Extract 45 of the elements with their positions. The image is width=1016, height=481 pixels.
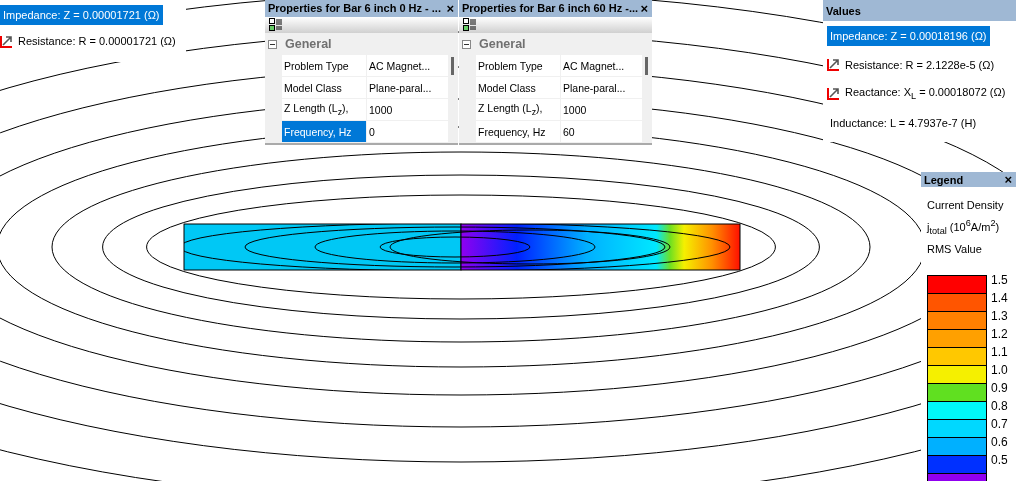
property-value[interactable]: 1000 <box>367 99 448 120</box>
property-name[interactable]: Problem Type <box>476 55 560 76</box>
legend-caption: j$_{total}$ (10$^{6}$A/m$^{2}$) <box>927 217 1001 238</box>
property-value[interactable]: 1000 <box>561 99 642 120</box>
legend-caption: Current Density <box>927 198 1005 213</box>
group-label: General <box>479 37 526 51</box>
value-row[interactable]: Resistance: R = 2.1228e-5 (Ω) <box>842 54 998 75</box>
close-button[interactable]: × <box>639 0 649 16</box>
value-row[interactable]: Reactance: X$_{L}$ = 0.00018072 (Ω) <box>842 81 1009 106</box>
tick-label: 1.4 <box>991 289 1008 307</box>
property-name[interactable]: Model Class <box>282 77 366 98</box>
tick-label: 1.2 <box>991 325 1008 343</box>
window-title: Values <box>826 4 861 17</box>
property-name[interactable]: Model Class <box>476 77 560 98</box>
tick-label: 1.3 <box>991 307 1008 325</box>
property-value[interactable]: AC Magnet... <box>561 55 642 76</box>
property-name[interactable]: Z Length (L$_{z}$), <box>282 99 366 120</box>
property-name[interactable]: Z Length (L$_{z}$), <box>476 99 560 120</box>
tick-label: 0.7 <box>991 415 1008 433</box>
tick-label: 1.0 <box>991 361 1008 379</box>
tick-label: 1.1 <box>991 343 1008 361</box>
window-title: Properties for Bar 6 inch 0 Hz - ... <box>268 2 441 15</box>
property-value[interactable]: Plane-paral... <box>367 77 448 98</box>
tick-label: 0.6 <box>991 433 1008 451</box>
property-name[interactable]: Frequency, Hz <box>476 121 560 142</box>
value-row[interactable]: Impedance: Z = 0.00018196 (Ω) <box>827 25 990 46</box>
property-value[interactable]: 60 <box>561 121 642 142</box>
close-button[interactable]: × <box>1003 172 1013 187</box>
window-title: Properties for Bar 6 inch 60 Hz -... <box>462 2 639 15</box>
property-value[interactable]: 0 <box>367 121 448 142</box>
tick-label: 0.5 <box>991 451 1008 469</box>
value-row[interactable]: Resistance: R = 0.00001721 (Ω) <box>15 31 179 51</box>
property-value[interactable]: Plane-paral... <box>561 77 642 98</box>
tick-label: 1.5 <box>991 271 1008 289</box>
close-button[interactable]: × <box>445 0 455 16</box>
value-row[interactable]: Impedance: Z = 0.00001721 (Ω) <box>0 5 163 25</box>
window-title: Legend <box>924 173 964 186</box>
legend-caption: RMS Value <box>927 241 983 257</box>
tick-label: 0.9 <box>991 379 1008 397</box>
value-row[interactable]: Inductance: L = 4.7937e-7 (H) <box>827 112 980 133</box>
tick-label: 0.8 <box>991 397 1008 415</box>
property-name[interactable]: Frequency, Hz <box>282 121 366 142</box>
property-value[interactable]: AC Magnet... <box>367 55 448 76</box>
property-name[interactable]: Problem Type <box>282 55 366 76</box>
group-label: General <box>285 37 332 51</box>
